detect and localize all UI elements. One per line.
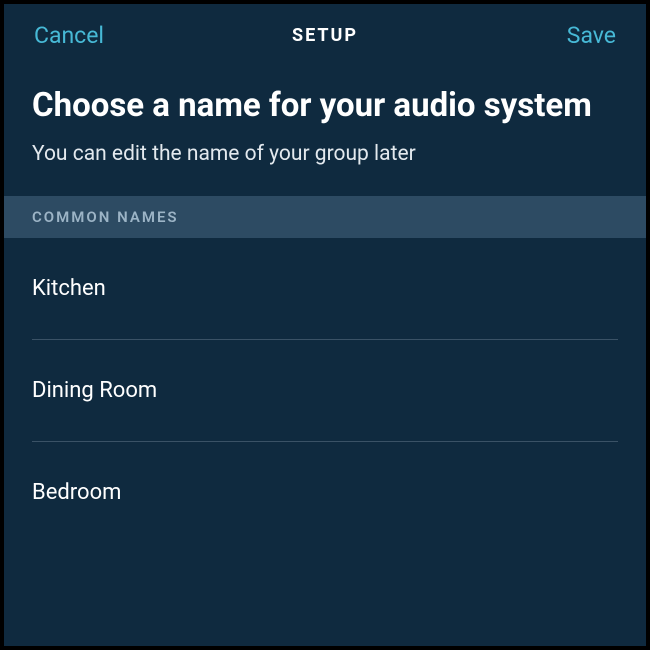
main-subtitle: You can edit the name of your group late… (32, 142, 618, 166)
save-button[interactable]: Save (536, 22, 616, 49)
cancel-button[interactable]: Cancel (34, 22, 114, 49)
main-heading: Choose a name for your audio system (32, 85, 618, 126)
header-bar: Cancel SETUP Save (4, 4, 646, 67)
content-area: Choose a name for your audio system You … (4, 67, 646, 166)
list-item[interactable]: Kitchen (32, 238, 618, 340)
list-item[interactable]: Bedroom (32, 442, 618, 543)
page-title: SETUP (292, 25, 358, 46)
common-names-list: Kitchen Dining Room Bedroom (4, 238, 646, 543)
list-item[interactable]: Dining Room (32, 340, 618, 442)
section-header-common-names: COMMON NAMES (4, 196, 646, 238)
